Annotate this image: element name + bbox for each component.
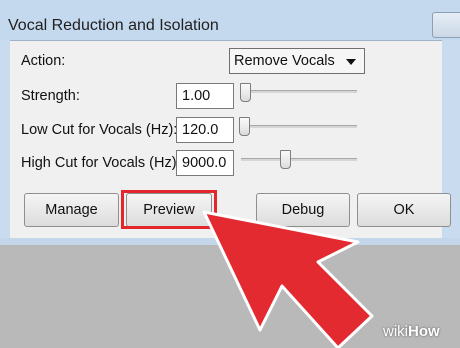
watermark-suffix: How xyxy=(408,323,440,340)
wikihow-watermark: wikiHow xyxy=(383,323,440,340)
watermark-prefix: wiki xyxy=(383,323,408,340)
pointer-arrow-icon xyxy=(202,210,374,348)
